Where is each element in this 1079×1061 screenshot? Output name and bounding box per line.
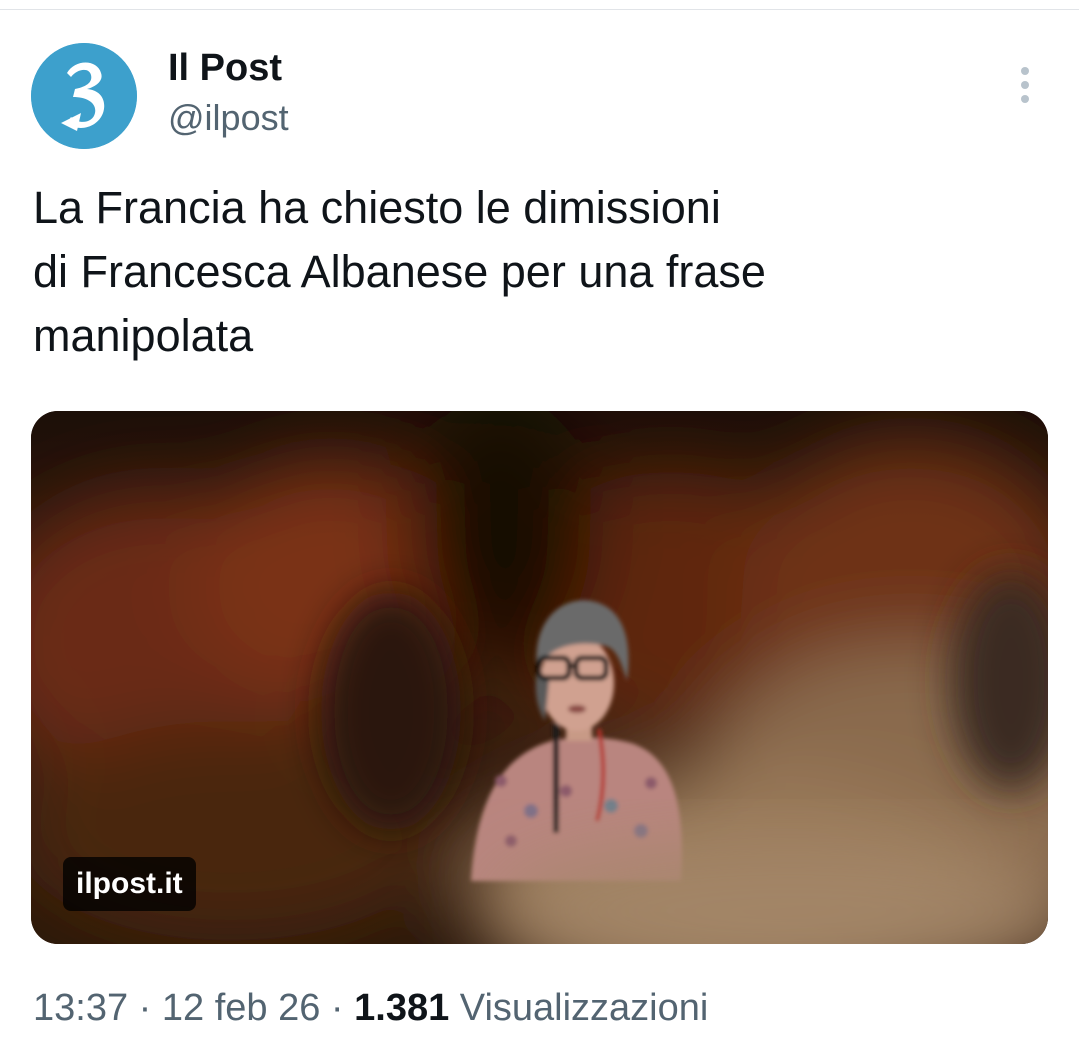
il-post-logo-icon — [31, 43, 137, 149]
tweet-time[interactable]: 13:37 — [33, 987, 128, 1029]
views-label: Visualizzazioni — [449, 987, 709, 1029]
more-options-button[interactable] — [1004, 62, 1046, 108]
link-domain-badge: ilpost.it — [63, 857, 196, 911]
tweet-text-line: La Francia ha chiesto le dimissioni — [33, 182, 721, 233]
tweet-text-line: di Francesca Albanese per una frase — [33, 246, 766, 297]
tweet-meta: 13:37 · 12 feb 26 · 1.381 Visualizzazion… — [33, 980, 708, 1036]
meta-separator: · — [330, 987, 344, 1029]
meta-separator: · — [138, 987, 152, 1029]
tweet-text: La Francia ha chiesto le dimissioni di F… — [33, 176, 993, 368]
tweet-text-line: manipolata — [33, 310, 254, 361]
author-avatar[interactable] — [31, 43, 137, 149]
author-handle[interactable]: @ilpost — [168, 96, 289, 140]
top-divider — [0, 9, 1079, 10]
views-count: 1.381 — [354, 987, 450, 1029]
link-card[interactable]: ilpost.it — [31, 411, 1048, 944]
tweet-date[interactable]: 12 feb 26 — [162, 987, 320, 1029]
author-name[interactable]: Il Post — [168, 46, 282, 90]
more-vertical-icon — [1021, 67, 1029, 103]
